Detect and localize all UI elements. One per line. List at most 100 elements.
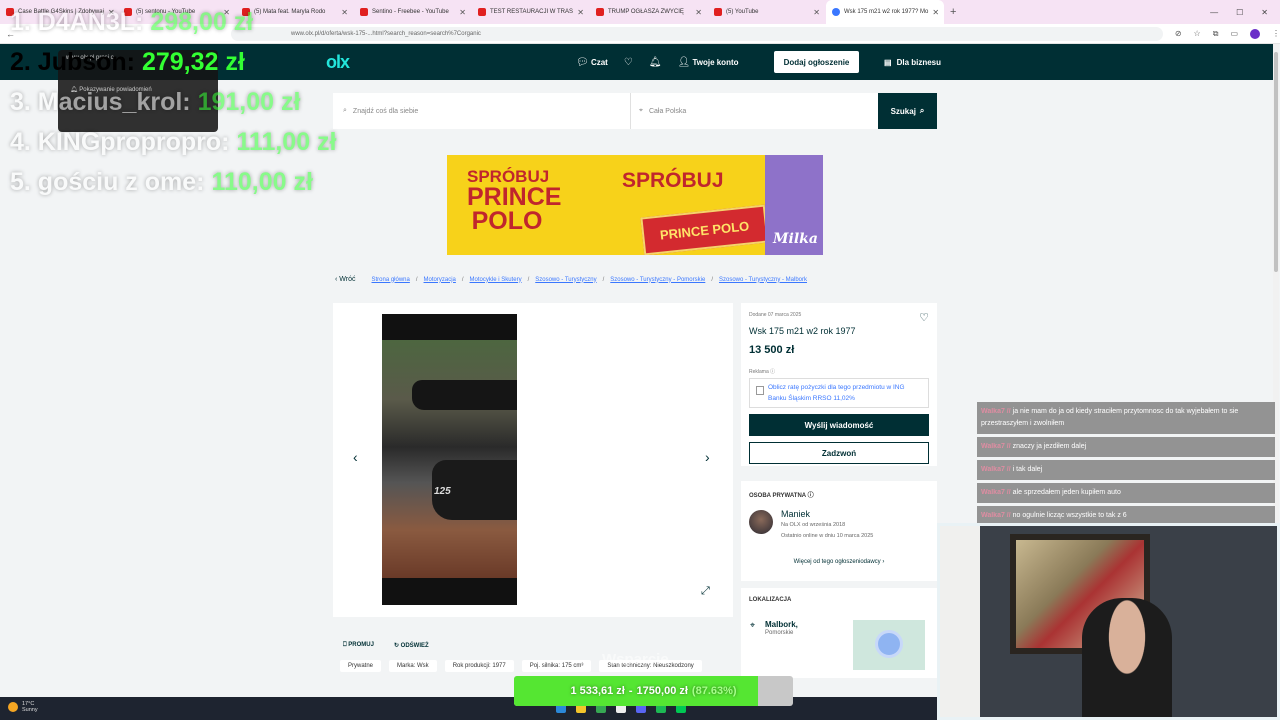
donation-goal-bar: 1 533,61 zł - 1750,00 zł (87.63%) xyxy=(514,676,793,706)
close-tab-icon[interactable]: ✕ xyxy=(813,8,820,17)
promote-button[interactable]: ⎕ PROMUJ xyxy=(343,642,374,649)
more-from-seller-link[interactable]: Więcej od tego ogłoszeniodawcy › xyxy=(741,559,937,565)
chat-message: Walka7 // i tak dalej xyxy=(977,460,1275,480)
ad-right-text: SPRÓBUJ xyxy=(622,169,724,192)
chevron-right-icon: › xyxy=(882,559,885,565)
refresh-label: ODŚWIEŻ xyxy=(400,643,429,649)
chat-text: znaczy ja jezdiłem dalej xyxy=(1012,443,1087,450)
youtube-icon xyxy=(596,8,604,16)
browser-tab[interactable]: TRUMP OGŁASZA ZWYCIĘ ✕ xyxy=(590,0,708,24)
browser-tab[interactable]: Sentino - Freebee - YouTube ✕ xyxy=(354,0,472,24)
cam-streamer xyxy=(1082,598,1172,717)
close-tab-icon[interactable]: ✕ xyxy=(695,8,702,17)
send-message-button[interactable]: Wyślij wiadomość xyxy=(749,414,929,436)
leaderboard-row: 3. Macius_krol: 191,00 zł xyxy=(10,88,337,128)
close-window-icon[interactable]: ✕ xyxy=(1261,8,1268,17)
call-button[interactable]: Zadzwoń xyxy=(749,442,929,464)
location-placeholder: Cała Polska xyxy=(648,107,687,115)
fullscreen-icon[interactable]: ⤢ xyxy=(701,585,710,598)
sidebar-icon[interactable]: ▭ xyxy=(1230,29,1238,39)
next-photo-icon[interactable]: › xyxy=(705,449,710,465)
close-tab-icon[interactable]: ✕ xyxy=(577,8,584,17)
extensions-icon[interactable]: ⧉ xyxy=(1213,29,1219,39)
business-link[interactable]: ▤ Dla biznesu xyxy=(884,44,941,80)
leaderboard-row: 1. D4AN3L: 298,00 zł xyxy=(10,8,337,48)
chat-username: Walka7 // xyxy=(981,408,1011,415)
youtube-icon xyxy=(360,8,368,16)
close-tab-icon[interactable]: ✕ xyxy=(459,8,466,17)
listing-tag: Rok produkcji: 1977 xyxy=(444,660,514,672)
scrollbar-thumb[interactable] xyxy=(1274,52,1278,272)
leaderboard-name: 4. KINGpropropro: xyxy=(10,128,237,156)
ad-banner[interactable]: SPRÓBUJ PRINCE POLO SPRÓBUJ PRINCE POLO M… xyxy=(447,155,823,255)
leaderboard-amount: 298,00 zł xyxy=(150,8,254,36)
heart-icon[interactable]: ♡ xyxy=(624,57,633,68)
breadcrumb-link[interactable]: Strona główna xyxy=(372,277,410,283)
loan-calculator-link[interactable]: Oblicz ratę pożyczki dla tego przedmiotu… xyxy=(749,378,929,408)
location-map[interactable] xyxy=(853,620,925,670)
close-tab-icon[interactable]: ✕ xyxy=(932,8,939,17)
info-icon[interactable]: ⓘ xyxy=(770,369,775,375)
photo-scene: 125 xyxy=(382,340,517,578)
breadcrumb-link[interactable]: Motocykle i Skutery xyxy=(470,277,522,283)
user-icon: 👤︎ xyxy=(677,56,691,68)
account-label: Twoje konto xyxy=(692,57,739,67)
listing-photo[interactable]: 125 xyxy=(382,314,517,605)
menu-icon[interactable]: ⋮ xyxy=(1272,29,1280,39)
location-region: Pomorskie xyxy=(765,630,794,636)
leaderboard-name: 3. Macius_krol: xyxy=(10,88,198,116)
chat-overlay: Walka7 // ja nie mam do ja od kiedy stra… xyxy=(977,402,1275,529)
promote-label: PROMUJ xyxy=(348,642,374,648)
refresh-button[interactable]: ↻ ODŚWIEŻ xyxy=(394,642,429,649)
tab-label: Wsk 175 m21 w2 rok 1977? Mo xyxy=(844,9,929,15)
eye-off-icon[interactable]: ⊘ xyxy=(1175,29,1182,39)
chat-icon: 💬︎ xyxy=(576,56,589,68)
search-button[interactable]: Szukaj ⌕ xyxy=(878,93,937,129)
breadcrumb-link[interactable]: Szosowo - Turystyczny xyxy=(535,277,596,283)
listing-tag: Prywatne xyxy=(340,660,382,672)
search-input[interactable]: ⌕ Znajdź coś dla siebie xyxy=(333,93,631,129)
bell-icon[interactable]: 🔔︎ xyxy=(649,57,662,68)
maximize-icon[interactable]: ☐ xyxy=(1236,8,1243,17)
weather-widget[interactable]: 17°C Sunny xyxy=(8,701,38,713)
back-link[interactable]: ‹ Wróć xyxy=(335,276,356,283)
browser-tab[interactable]: TEST RESTAURACJI W TRAS ✕ xyxy=(472,0,590,24)
seller-type-label: OSOBA PRYWATNA ⓘ xyxy=(749,490,929,499)
url-field[interactable]: www.olx.pl/d/oferta/wsk-175-...html?sear… xyxy=(231,26,1163,41)
search-placeholder: Znajdź coś dla siebie xyxy=(352,107,419,115)
search-bar: ⌕ Znajdź coś dla siebie ⌖ Cała Polska Szuk… xyxy=(333,93,937,129)
account-link[interactable]: 👤︎ Twoje konto xyxy=(678,57,739,68)
browser-tab[interactable]: Wsk 175 m21 w2 rok 1977? Mo ✕ xyxy=(826,0,944,24)
seller-name[interactable]: Maniek xyxy=(781,509,810,519)
close-tab-icon[interactable]: ✕ xyxy=(341,8,348,17)
listing-tag: Poj. silnika: 175 cm³ xyxy=(521,660,592,672)
chat-link[interactable]: 💬︎ Czat xyxy=(576,57,608,68)
breadcrumb-separator: / xyxy=(602,276,605,283)
location-panel: LOKALIZACJA ⌖ Malbork, Pomorskie xyxy=(741,588,937,678)
prev-photo-icon[interactable]: ‹ xyxy=(353,449,358,465)
ad-label-text: Reklama xyxy=(749,369,769,375)
browser-toolbar-icons: ⊘ ☆ ⧉ ▭ ⋮ xyxy=(1175,28,1280,39)
breadcrumb-link[interactable]: Szosowo - Turystyczny - Malbork xyxy=(719,277,807,283)
webcam-overlay xyxy=(937,523,1280,720)
listing-tag: Marka: Wsk xyxy=(389,660,437,672)
location-input[interactable]: ⌖ Cała Polska xyxy=(631,93,878,129)
favorite-heart-icon[interactable]: ♡ xyxy=(919,311,929,324)
seller-avatar[interactable] xyxy=(749,510,773,534)
new-tab-button[interactable]: + xyxy=(944,6,962,18)
support-watermark: Wsparcie xyxy=(602,651,669,668)
seller-last-online: Ostatnio online w dniu 10 marca 2025 xyxy=(781,533,874,539)
browser-tab[interactable]: (5) YouTube ✕ xyxy=(708,0,826,24)
chat-username: Walka7 // xyxy=(981,466,1011,473)
breadcrumb-link[interactable]: Szosowo - Turystyczny - Pomorskie xyxy=(610,277,705,283)
info-icon[interactable]: ⓘ xyxy=(808,493,814,499)
listing-title: Wsk 175 m21 w2 rok 1977 xyxy=(749,326,856,336)
add-listing-button[interactable]: Dodaj ogłoszenie xyxy=(774,51,859,73)
breadcrumb-link[interactable]: Motoryzacja xyxy=(424,277,456,283)
star-icon[interactable]: ☆ xyxy=(1194,29,1201,39)
chat-message: Walka7 // ja nie mam do ja od kiedy stra… xyxy=(977,402,1275,434)
cam-shelf xyxy=(940,526,980,717)
profile-avatar[interactable] xyxy=(1250,28,1260,39)
minimize-icon[interactable]: — xyxy=(1210,8,1218,17)
header-nav: 💬︎ Czat ♡ 🔔︎ 👤︎ Twoje konto xyxy=(576,44,739,80)
